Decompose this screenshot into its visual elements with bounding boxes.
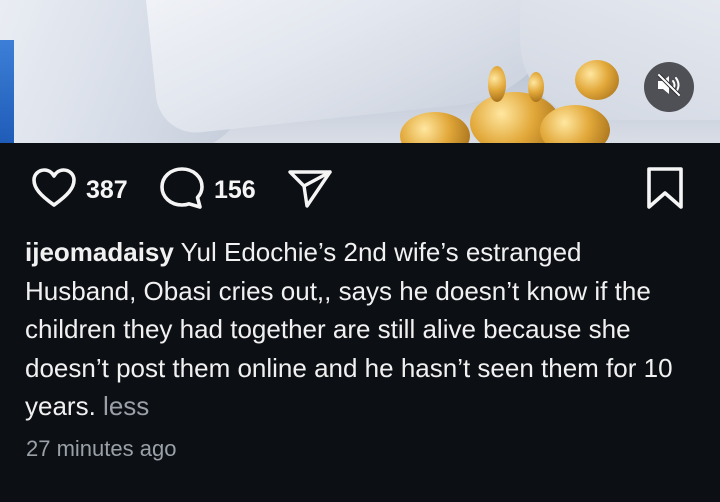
caption-username[interactable]: ijeomadaisy <box>25 237 174 267</box>
caption-less-link[interactable]: less <box>103 391 149 421</box>
paper-plane-icon <box>286 166 334 214</box>
bookmark-icon <box>644 166 686 214</box>
video-frame-detail <box>488 66 506 102</box>
comment-bubble-icon <box>158 166 206 214</box>
like-count: 387 <box>86 175 128 204</box>
like-button[interactable]: 387 <box>30 168 128 212</box>
speaker-muted-icon <box>655 73 683 101</box>
video-frame-detail <box>400 112 470 143</box>
heart-icon <box>30 167 78 213</box>
post-caption: ijeomadaisy Yul Edochie’s 2nd wife’s est… <box>25 233 695 426</box>
share-button[interactable] <box>286 168 334 212</box>
post-screen: 387 156 ijeomadaisy Yul Edochie’s 2nd wi… <box>0 0 720 502</box>
comment-button[interactable]: 156 <box>158 166 256 214</box>
video-frame-detail <box>528 72 544 102</box>
mute-button[interactable] <box>644 62 694 112</box>
video-frame-detail <box>575 60 619 100</box>
post-timestamp: 27 minutes ago <box>26 436 177 461</box>
save-button[interactable] <box>644 166 686 214</box>
comment-count: 156 <box>214 175 256 204</box>
video-frame-detail <box>520 0 720 120</box>
post-video[interactable] <box>0 0 720 143</box>
post-action-bar: 387 156 <box>0 160 720 220</box>
video-frame-detail <box>0 40 14 143</box>
